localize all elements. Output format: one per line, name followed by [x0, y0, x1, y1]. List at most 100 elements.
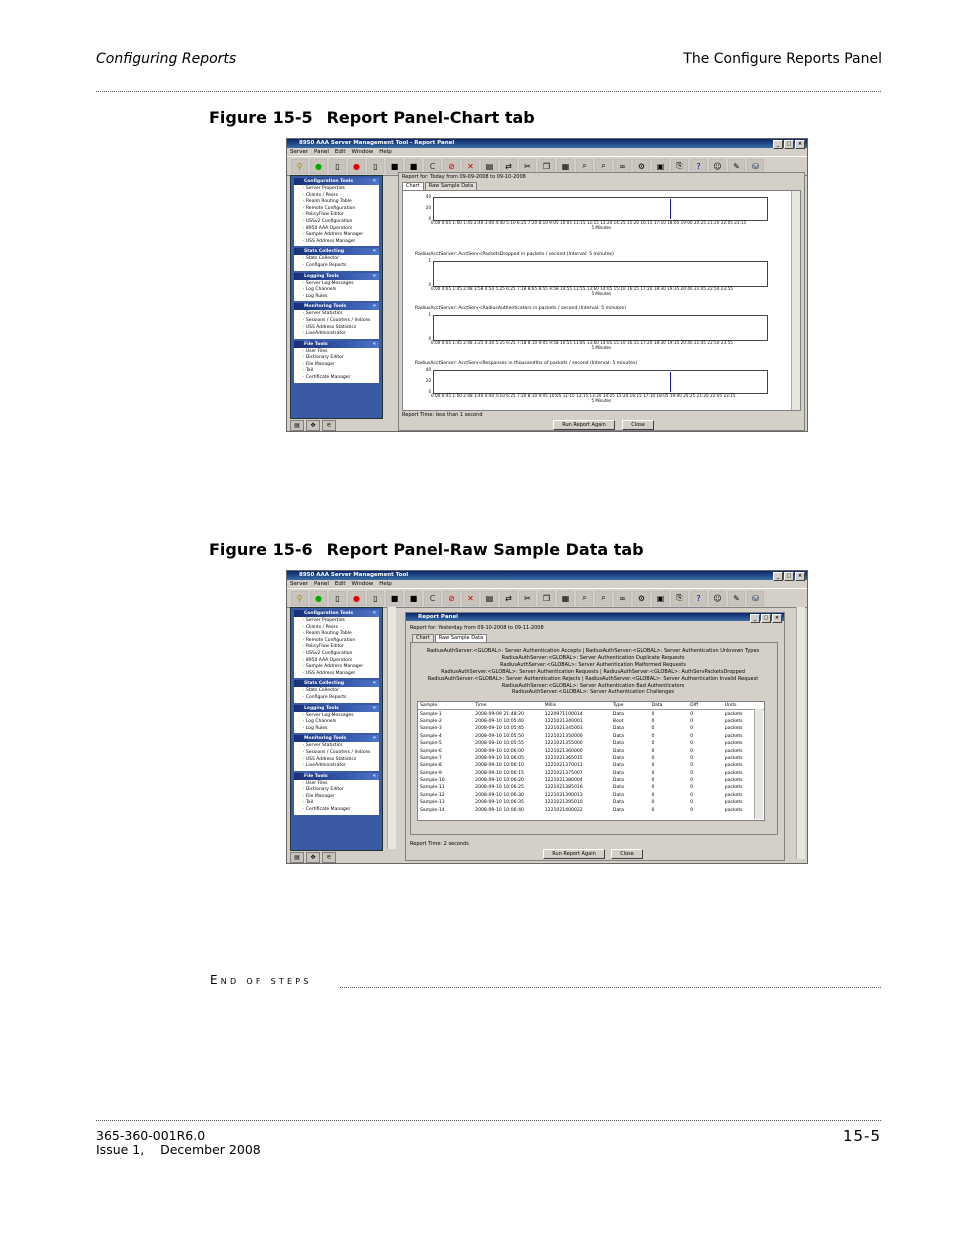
close-icon[interactable]: ×	[795, 572, 805, 581]
close-button[interactable]: Close	[611, 849, 643, 859]
table-row[interactable]: Sample-10 2008-09-10 10:06:20 122102138000…	[418, 777, 764, 784]
sidebar-item[interactable]: Configure Reports	[303, 263, 379, 270]
red-status-icon[interactable]: ●	[348, 590, 365, 606]
gray-box-icon[interactable]: ■	[405, 590, 422, 606]
sidebar-item[interactable]: USS Address Manager	[303, 671, 379, 678]
sidebar-item[interactable]: Server Properties	[303, 186, 379, 193]
table-scrollbar[interactable]	[754, 709, 763, 819]
sidebar-item[interactable]: USS Address Manager	[303, 239, 379, 246]
minimize-icon[interactable]: _	[750, 614, 760, 623]
table-row[interactable]: Sample-1 2008-09-09 21:48:20 1220971100014…	[418, 710, 764, 718]
sidebar-item[interactable]: Configure Reports	[303, 695, 379, 702]
vertical-scrollbar[interactable]	[791, 191, 800, 410]
sidebar-item[interactable]: File Manager	[303, 362, 379, 369]
sidebar-item[interactable]: Stats Collector	[303, 688, 379, 695]
table-row[interactable]: Sample-12 2008-09-10 10:06:30 122102139001…	[418, 792, 764, 799]
sidebar-item[interactable]: Certificate Manager	[303, 375, 379, 382]
maximize-icon[interactable]: □	[784, 572, 794, 581]
section-header[interactable]: File Tools	[294, 772, 379, 780]
menu-window[interactable]: Window	[352, 149, 374, 155]
table-row[interactable]: Sample-14 2008-09-10 10:06:40 122102140002…	[418, 806, 764, 813]
stop-icon[interactable]: ⊘	[443, 590, 460, 606]
section-header[interactable]: Logging Tools	[294, 272, 379, 280]
close-button[interactable]: Close	[622, 420, 654, 430]
menu-panel[interactable]: Panel	[314, 149, 329, 155]
export-icon[interactable]: ⎘	[671, 590, 688, 606]
sidebar-item[interactable]: Dictionary Editor	[303, 355, 379, 362]
tools-icon[interactable]: ✎	[728, 590, 745, 606]
maximize-icon[interactable]: □	[784, 140, 794, 149]
tab-raw-sample-data[interactable]: Raw Sample Data	[434, 634, 488, 642]
sidebar-item[interactable]: LiveAdministrator	[303, 763, 379, 770]
sidebar-item[interactable]: PolicyFlow Editor	[303, 212, 379, 219]
minimize-icon[interactable]: _	[773, 572, 783, 581]
paste-icon[interactable]: ▦	[557, 590, 574, 606]
link-icon[interactable]: ∞	[614, 590, 631, 606]
layout-icon[interactable]: ▤	[290, 851, 304, 863]
cut-icon[interactable]: ✂	[519, 590, 536, 606]
column-header[interactable]: Type	[610, 702, 650, 711]
table-row[interactable]: Sample-3 2008-09-10 10:05:45 1221021345001…	[418, 725, 764, 732]
section-header[interactable]: Stats Collecting	[294, 248, 379, 256]
sidebar-item[interactable]: LiveAdministrator	[303, 331, 379, 338]
menu-edit[interactable]: Edit	[335, 581, 346, 587]
section-header[interactable]: Monitoring Tools	[294, 303, 379, 311]
find-next-icon[interactable]: ⌕	[595, 590, 612, 606]
sidebar-item[interactable]: Realm Routing Table	[303, 631, 379, 638]
table-row[interactable]: Sample-8 2008-09-10 10:06:10 1221021370011…	[418, 762, 764, 769]
section-header[interactable]: Stats Collecting	[294, 680, 379, 688]
column-header[interactable]: Time	[473, 702, 543, 711]
find-icon[interactable]: ⌕	[576, 590, 593, 606]
sidebar-item[interactable]: Sample Address Manager	[303, 664, 379, 671]
red-status-icon[interactable]: ●	[348, 158, 365, 174]
sidebar-item[interactable]: Certificate Manager	[303, 807, 379, 814]
section-header[interactable]: Logging Tools	[294, 704, 379, 712]
tree-icon[interactable]: ⚟	[322, 851, 336, 863]
sidebar-item[interactable]: USSv2 Configuration	[303, 651, 379, 658]
menu-server[interactable]: Server	[290, 581, 308, 587]
close-icon[interactable]: ×	[795, 140, 805, 149]
delete-icon[interactable]: ✕	[462, 590, 479, 606]
sync-icon[interactable]: ⇄	[500, 590, 517, 606]
run-report-again-button[interactable]: Run Report Again	[553, 420, 615, 430]
table-row[interactable]: Sample-7 2008-09-10 10:06:05 1221021365015…	[418, 755, 764, 762]
tab-chart[interactable]: Chart	[412, 634, 434, 642]
sidebar-item[interactable]: Sessions / Counters / Indices	[303, 750, 379, 757]
sidebar-item[interactable]: Server Statistics	[303, 311, 379, 318]
monitor-icon[interactable]: ▣	[652, 590, 669, 606]
minimize-icon[interactable]: _	[773, 140, 783, 149]
tab-raw-sample-data[interactable]: Raw Sample Data	[424, 182, 478, 190]
connect-icon[interactable]: ⚲	[291, 158, 308, 174]
table-row[interactable]: Sample-5 2008-09-10 10:05:55 1221021355000…	[418, 740, 764, 747]
maximize-icon[interactable]: □	[761, 614, 771, 623]
sidebar-item[interactable]: Sessions / Counters / Indices	[303, 318, 379, 325]
sidebar-item[interactable]: Server Statistics	[303, 743, 379, 750]
table-row[interactable]: Sample-13 2008-09-10 10:06:35 122102139501…	[418, 799, 764, 806]
users-icon[interactable]: ☺	[709, 590, 726, 606]
menu-window[interactable]: Window	[352, 581, 374, 587]
table-row[interactable]: Sample-6 2008-09-10 10:06:00 1221021360000…	[418, 747, 764, 754]
sidebar-scrollbar[interactable]	[387, 607, 396, 849]
layout-icon[interactable]: ▤	[290, 419, 304, 431]
print-icon[interactable]: ▤	[481, 590, 498, 606]
gray-box-icon[interactable]: ■	[386, 590, 403, 606]
sidebar-item[interactable]: Sample Address Manager	[303, 232, 379, 239]
sidebar-item[interactable]: PolicyFlow Editor	[303, 644, 379, 651]
green-status-icon[interactable]: ●	[310, 590, 327, 606]
section-header[interactable]: Configuration Tools	[294, 178, 379, 185]
sidebar-item[interactable]: Log Channels	[303, 719, 379, 726]
sidebar-item[interactable]: Dictionary Editor	[303, 787, 379, 794]
sidebar-item[interactable]: File Manager	[303, 794, 379, 801]
settings-icon[interactable]: ⚙	[633, 590, 650, 606]
table-row[interactable]: Sample-4 2008-09-10 10:05:50 1221021350000…	[418, 733, 764, 740]
table-row[interactable]: Sample-11 2008-09-10 10:06:25 122102138501…	[418, 784, 764, 791]
tab-chart[interactable]: Chart	[402, 182, 424, 190]
table-row[interactable]: Sample-9 2008-09-10 10:06:15 1221021375007…	[418, 770, 764, 777]
menu-help[interactable]: Help	[379, 149, 392, 155]
document-icon[interactable]: ▯	[329, 158, 346, 174]
document-icon[interactable]: ▯	[329, 590, 346, 606]
green-status-icon[interactable]: ●	[310, 158, 327, 174]
sidebar-item[interactable]: Realm Routing Table	[303, 199, 379, 206]
sidebar-item[interactable]: Stats Collector	[303, 256, 379, 263]
copy-icon[interactable]: ❐	[538, 590, 555, 606]
